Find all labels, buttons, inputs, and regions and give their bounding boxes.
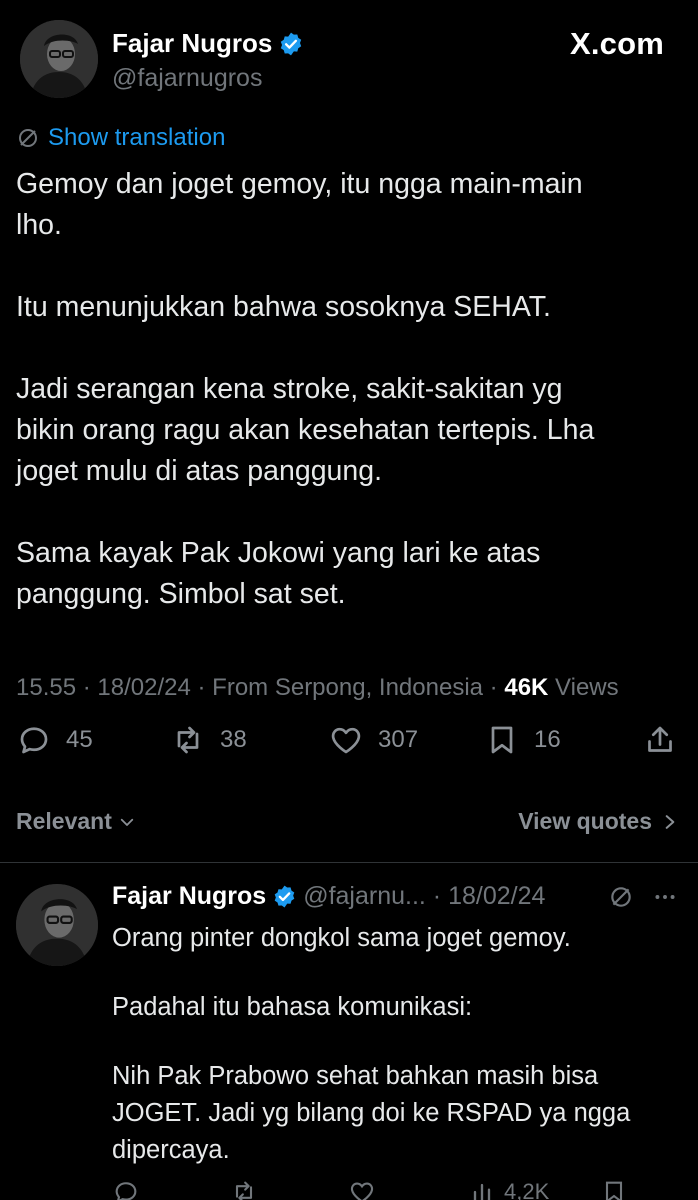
bookmark-button[interactable]: 16	[484, 722, 561, 758]
tweet-location: From Serpong, Indonesia	[212, 674, 483, 701]
reply-icon	[115, 1182, 137, 1200]
sort-relevant-label: Relevant	[16, 808, 112, 834]
reply-icon	[20, 727, 48, 754]
chevron-down-icon	[120, 818, 134, 826]
reply-author-avatar[interactable]	[16, 884, 98, 966]
reply-header: Fajar Nugros @fajarnu... · 18/02/24	[112, 882, 546, 911]
reply-line: dipercaya.	[112, 1136, 230, 1164]
reply-text: Orang pinter dongkol sama joget gemoy. P…	[112, 920, 682, 1169]
tweet-actions: 45 38 307 16	[0, 722, 698, 778]
repost-icon	[235, 1181, 253, 1200]
tweet-line: Itu menunjukkan bahwa sosoknya SEHAT.	[16, 291, 551, 323]
tweet-time[interactable]: 15.55	[16, 674, 76, 701]
verified-badge-icon	[281, 32, 302, 55]
verified-badge-icon	[274, 885, 295, 908]
reply-author-name[interactable]: Fajar Nugros	[112, 882, 266, 911]
author-avatar[interactable]	[20, 20, 98, 98]
views-chart-icon	[473, 1183, 491, 1200]
tweet-meta: 15.55 · 18/02/24 · From Serpong, Indones…	[16, 674, 619, 701]
sort-relevant-dropdown[interactable]: Relevant	[16, 808, 136, 835]
share-button[interactable]	[642, 722, 678, 758]
share-icon	[648, 726, 672, 752]
reply-date[interactable]: 18/02/24	[448, 882, 545, 911]
reply-reply-button[interactable]	[112, 1178, 140, 1200]
avatar-photo	[20, 20, 98, 98]
show-translation-label[interactable]: Show translation	[48, 124, 225, 152]
like-button[interactable]: 307	[328, 722, 418, 758]
avatar-photo	[16, 884, 98, 966]
reply-line: Padahal itu bahasa komunikasi:	[112, 993, 473, 1021]
reply-line: JOGET. Jadi yg bilang doi ke RSPAD ya ng…	[112, 1099, 631, 1127]
views-label: Views	[555, 674, 619, 701]
heart-icon	[331, 727, 361, 754]
brand-watermark: X.com	[569, 26, 664, 61]
bookmark-count: 16	[534, 726, 561, 753]
like-count: 307	[378, 726, 419, 753]
view-quotes-link[interactable]: View quotes	[518, 808, 678, 835]
reply-views-button[interactable]: 4,2K	[468, 1178, 549, 1200]
bookmark-icon	[605, 1181, 623, 1200]
tweet-line: Jadi serangan kena stroke, sakit-sakitan…	[16, 373, 563, 405]
heart-icon	[350, 1182, 374, 1200]
views-count: 46K	[504, 674, 549, 701]
chevron-right-icon	[665, 814, 675, 829]
tweet-line: joget mulu di atas panggung.	[16, 455, 383, 487]
translate-icon	[19, 129, 37, 147]
repost-icon	[177, 726, 199, 754]
reply-views-count: 4,2K	[504, 1179, 550, 1200]
author-display-name[interactable]: Fajar Nugros	[112, 28, 272, 59]
reply-bookmark-button[interactable]	[600, 1178, 628, 1200]
tweet-header: Fajar Nugros @fajarnugros X.com	[0, 0, 698, 110]
tweet-line: Sama kayak Pak Jokowi yang lari ke atas	[16, 537, 541, 569]
tweet-line: Gemoy dan joget gemoy, itu ngga main-mai…	[16, 168, 583, 200]
reply-header-tools	[608, 884, 678, 910]
section-divider	[0, 862, 698, 863]
translate-icon[interactable]	[608, 884, 634, 910]
reply-author-handle[interactable]: @fajarnu...	[303, 882, 426, 911]
bookmark-icon	[491, 726, 513, 754]
reply-count: 45	[66, 726, 93, 753]
tweet-line: panggung. Simbol sat set.	[16, 578, 346, 610]
tweet-text: Gemoy dan joget gemoy, itu ngga main-mai…	[16, 164, 676, 615]
reply-button[interactable]: 45	[16, 722, 93, 758]
show-translation-link[interactable]: Show translation	[16, 124, 225, 152]
reply-actions: 4,2K	[112, 1178, 698, 1200]
reply-repost-button[interactable]	[230, 1178, 258, 1200]
reply-like-button[interactable]	[348, 1178, 376, 1200]
more-options-icon[interactable]	[652, 884, 678, 910]
repost-button[interactable]: 38	[170, 722, 247, 758]
reply-line: Nih Pak Prabowo sehat bahkan masih bisa	[112, 1062, 599, 1090]
author-handle[interactable]: @fajarnugros	[112, 64, 262, 93]
tweet-line: lho.	[16, 209, 62, 241]
repost-count: 38	[220, 726, 247, 753]
tweet-line: bikin orang ragu akan kesehatan tertepis…	[16, 414, 595, 446]
reply-line: Orang pinter dongkol sama joget gemoy.	[112, 924, 571, 952]
view-quotes-label: View quotes	[518, 808, 652, 834]
tweet-date[interactable]: 18/02/24	[97, 674, 190, 701]
